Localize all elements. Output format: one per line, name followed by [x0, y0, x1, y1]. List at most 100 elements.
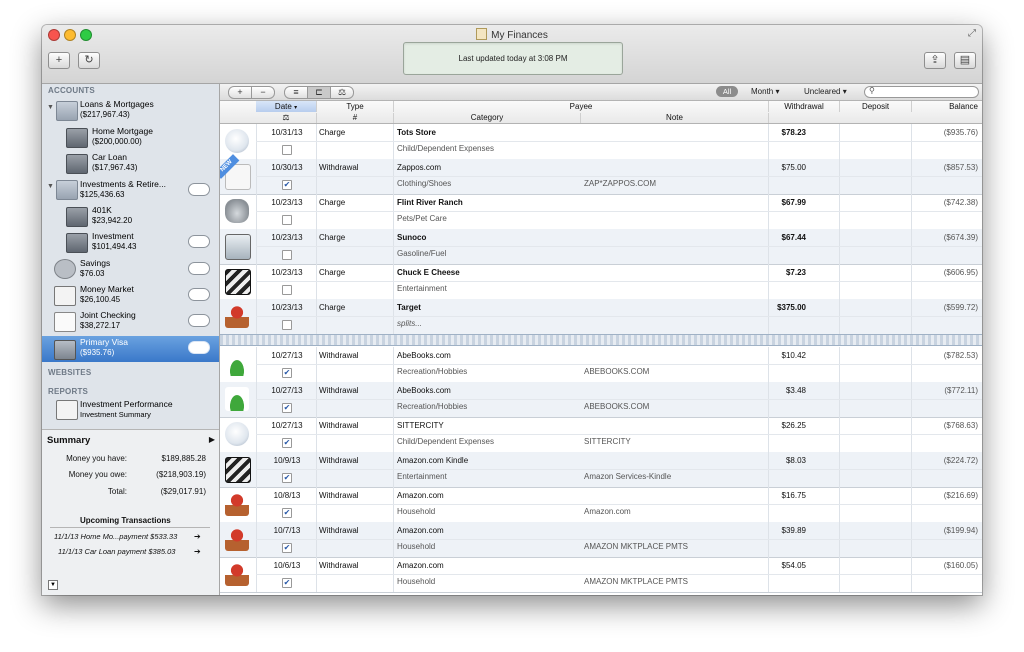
transaction-withdrawal[interactable]: $7.23: [786, 268, 806, 277]
cleared-checkbox[interactable]: ✔: [282, 403, 292, 413]
transaction-row[interactable]: 10/27/13 Withdrawal SITTERCITY $26.25 ($768.…: [220, 417, 982, 453]
delete-transaction-button[interactable]: −: [251, 86, 275, 99]
transaction-withdrawal[interactable]: $67.44: [782, 233, 806, 242]
transaction-row[interactable]: 10/9/13 Withdrawal Amazon.com Kindle $8.03 (…: [220, 452, 982, 488]
transaction-payee[interactable]: Amazon.com Kindle: [397, 456, 468, 465]
cloud-sync-icon[interactable]: [188, 183, 210, 196]
search-input[interactable]: ⚲: [864, 86, 979, 98]
transaction-payee[interactable]: Amazon.com: [397, 561, 444, 570]
transaction-payee[interactable]: Flint River Ranch: [397, 198, 463, 207]
fullscreen-icon[interactable]: ⤢: [968, 28, 976, 39]
transaction-type[interactable]: Charge: [319, 233, 345, 242]
transaction-date[interactable]: 10/31/13: [262, 128, 312, 137]
transaction-row[interactable]: 10/23/13 Charge Sunoco $67.44 ($674.39) Gasol…: [220, 229, 982, 265]
transaction-category[interactable]: splits...: [397, 319, 422, 328]
collapse-panel-icon[interactable]: ▼: [48, 580, 58, 590]
export-button[interactable]: ⇪: [924, 52, 946, 69]
transaction-row[interactable]: 10/23/13 Charge Chuck E Cheese $7.23 ($606.9…: [220, 264, 982, 300]
transaction-date[interactable]: 10/6/13: [262, 561, 312, 570]
transaction-date[interactable]: 10/23/13: [262, 233, 312, 242]
transaction-note[interactable]: Amazon Services-Kindle: [584, 472, 671, 481]
transaction-date[interactable]: 10/27/13: [262, 351, 312, 360]
transaction-category[interactable]: Recreation/Hobbies: [397, 367, 467, 376]
transaction-withdrawal[interactable]: $10.42: [782, 351, 806, 360]
cleared-checkbox[interactable]: ✔: [282, 578, 292, 588]
transaction-row[interactable]: 10/23/13 Charge Target $375.00 ($599.72) spli…: [220, 299, 982, 335]
filter-all-button[interactable]: All: [716, 86, 738, 97]
transaction-type[interactable]: Withdrawal: [319, 456, 359, 465]
transaction-note[interactable]: ABEBOOKS.COM: [584, 367, 649, 376]
list-view-icon[interactable]: ≡: [284, 86, 308, 99]
transaction-payee[interactable]: Chuck E Cheese: [397, 268, 460, 277]
transaction-row[interactable]: 10/27/13 Withdrawal AbeBooks.com $3.48 ($772…: [220, 382, 982, 418]
go-arrow-icon[interactable]: ➔: [194, 547, 201, 556]
transaction-date[interactable]: 10/30/13: [262, 163, 312, 172]
transaction-payee[interactable]: Sunoco: [397, 233, 426, 242]
transaction-payee[interactable]: Amazon.com: [397, 491, 444, 500]
column-type[interactable]: Type: [317, 101, 394, 112]
cleared-checkbox[interactable]: [282, 215, 292, 225]
column-balance[interactable]: Balance: [912, 101, 982, 112]
transaction-payee[interactable]: AbeBooks.com: [397, 386, 451, 395]
cleared-checkbox[interactable]: ✔: [282, 180, 292, 190]
transaction-row[interactable]: 10/6/13 Withdrawal Amazon.com $54.05 ($160.0…: [220, 557, 982, 593]
column-category[interactable]: Category: [394, 113, 581, 123]
transaction-date[interactable]: 10/7/13: [262, 526, 312, 535]
disclosure-triangle-icon[interactable]: ▼: [47, 104, 54, 111]
transaction-withdrawal[interactable]: $54.05: [782, 561, 806, 570]
upcoming-transaction[interactable]: 11/1/13 Car Loan payment $385.03: [58, 547, 175, 556]
reconcile-scale-icon[interactable]: ⚖: [330, 86, 354, 99]
transaction-type[interactable]: Withdrawal: [319, 163, 359, 172]
transaction-withdrawal[interactable]: $78.23: [782, 128, 806, 137]
transaction-type[interactable]: Withdrawal: [319, 386, 359, 395]
column-cleared-icon[interactable]: ⚖: [256, 113, 317, 123]
refresh-button[interactable]: ↻: [78, 52, 100, 69]
transaction-withdrawal[interactable]: $16.75: [782, 491, 806, 500]
transaction-category[interactable]: Recreation/Hobbies: [397, 402, 467, 411]
upcoming-transaction[interactable]: 11/1/13 Home Mo...payment $533.33: [54, 532, 177, 541]
transaction-row[interactable]: 10/8/13 Withdrawal Amazon.com $16.75 ($216.6…: [220, 487, 982, 523]
transaction-row[interactable]: 10/23/13 Charge Flint River Ranch $67.99 ($7…: [220, 194, 982, 230]
cleared-checkbox[interactable]: ✔: [282, 543, 292, 553]
transaction-withdrawal[interactable]: $8.03: [786, 456, 806, 465]
column-date[interactable]: Date ▾: [256, 101, 317, 112]
month-filter-dropdown[interactable]: Month ▾: [751, 87, 779, 96]
cleared-checkbox[interactable]: [282, 145, 292, 155]
transaction-category[interactable]: Gasoline/Fuel: [397, 249, 446, 258]
transaction-category[interactable]: Pets/Pet Care: [397, 214, 447, 223]
transaction-row[interactable]: NEW 10/30/13 Withdrawal Zappos.com $75.00 ($8…: [220, 154, 982, 195]
transaction-withdrawal[interactable]: $75.00: [782, 163, 806, 172]
split-view-icon[interactable]: ⊏: [307, 86, 331, 99]
transaction-date[interactable]: 10/23/13: [262, 198, 312, 207]
transaction-date[interactable]: 10/27/13: [262, 421, 312, 430]
transaction-category[interactable]: Child/Dependent Expenses: [397, 144, 494, 153]
transaction-date[interactable]: 10/8/13: [262, 491, 312, 500]
cloud-sync-icon[interactable]: [188, 235, 210, 248]
transaction-type[interactable]: Withdrawal: [319, 421, 359, 430]
cleared-checkbox[interactable]: ✔: [282, 473, 292, 483]
go-arrow-icon[interactable]: ➔: [194, 532, 201, 541]
transaction-note[interactable]: SITTERCITY: [584, 437, 631, 446]
cleared-checkbox[interactable]: [282, 320, 292, 330]
transaction-type[interactable]: Charge: [319, 198, 345, 207]
expand-arrow-icon[interactable]: ▶: [209, 435, 215, 444]
cleared-checkbox[interactable]: [282, 250, 292, 260]
column-number[interactable]: #: [317, 113, 394, 123]
transaction-type[interactable]: Withdrawal: [319, 526, 359, 535]
cleared-checkbox[interactable]: [282, 285, 292, 295]
transaction-date[interactable]: 10/23/13: [262, 268, 312, 277]
cleared-checkbox[interactable]: ✔: [282, 438, 292, 448]
column-deposit[interactable]: Deposit: [840, 101, 912, 112]
transaction-date[interactable]: 10/23/13: [262, 303, 312, 312]
transaction-type[interactable]: Charge: [319, 268, 345, 277]
transaction-row[interactable]: 10/31/13 Charge Tots Store $78.23 ($935.76) C…: [220, 124, 982, 160]
transaction-type[interactable]: Withdrawal: [319, 491, 359, 500]
transaction-category[interactable]: Clothing/Shoes: [397, 179, 451, 188]
transaction-withdrawal[interactable]: $3.48: [786, 386, 806, 395]
transaction-category[interactable]: Household: [397, 542, 435, 551]
transaction-category[interactable]: Household: [397, 577, 435, 586]
cloud-sync-icon[interactable]: [188, 262, 210, 275]
transaction-note[interactable]: ZAP*ZAPPOS.COM: [584, 179, 656, 188]
transaction-withdrawal[interactable]: $375.00: [777, 303, 806, 312]
transaction-payee[interactable]: Amazon.com: [397, 526, 444, 535]
